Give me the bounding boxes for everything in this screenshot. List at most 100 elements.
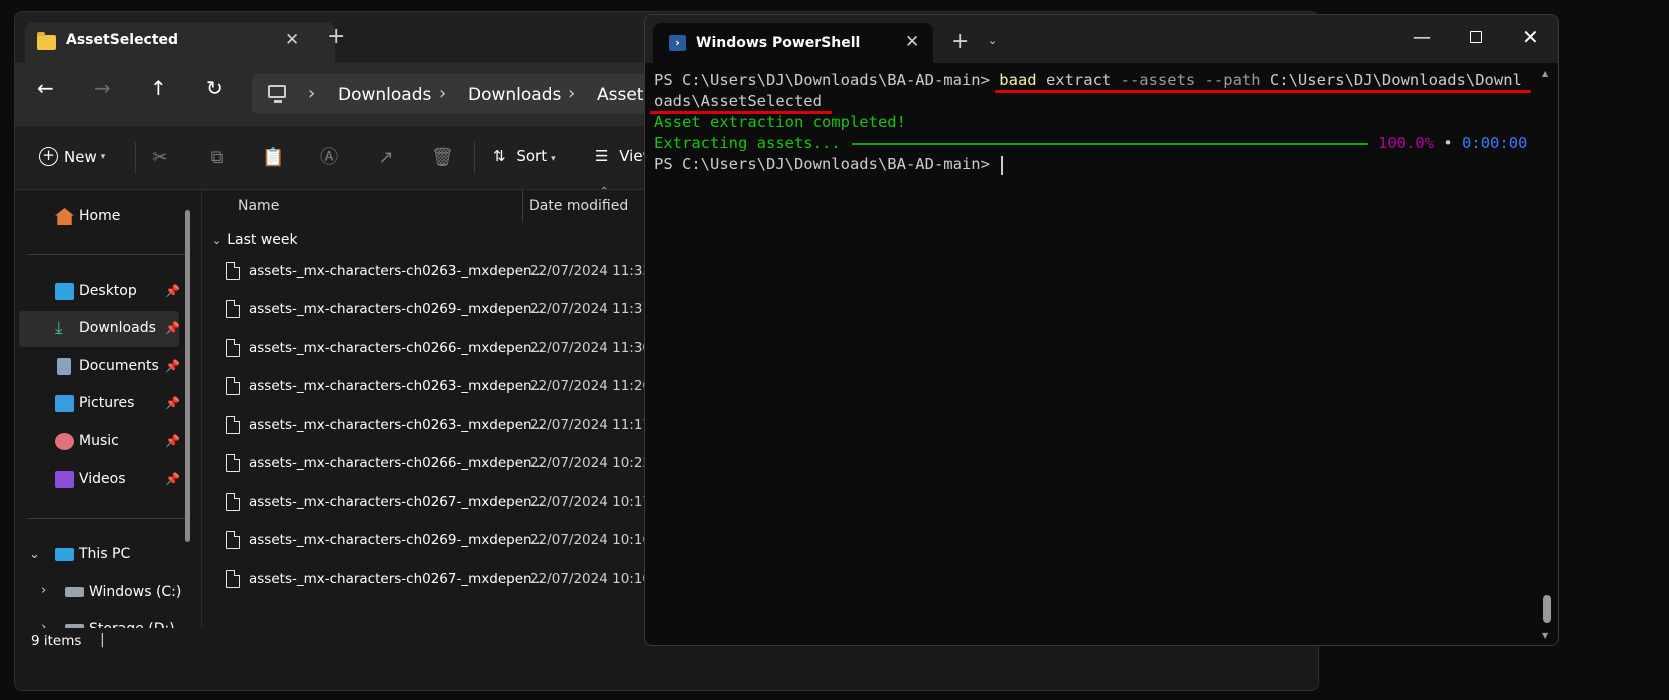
file-name: assets-_mx-characters-ch0269-_mxdepen...	[249, 532, 545, 548]
sidebar-item-desktop[interactable]: Desktop 📌	[19, 274, 180, 310]
paste-icon[interactable]: 📋	[262, 147, 284, 169]
terminal-tab-title: Windows PowerShell	[696, 35, 861, 51]
back-arrow-icon[interactable]: ←	[37, 76, 54, 100]
sidebar-item-windows-c[interactable]: Windows (C:)	[29, 575, 189, 611]
terminal-line-completed: Asset extraction completed!	[654, 113, 906, 131]
sidebar-item-home[interactable]: Home	[19, 199, 179, 235]
terminal-scrollbar[interactable]: ▲ ▼	[1542, 63, 1552, 645]
chevron-right-icon[interactable]: ›	[439, 83, 446, 104]
file-name: assets-_mx-characters-ch0267-_mxdepen...	[249, 571, 545, 587]
sidebar-item-videos[interactable]: Videos 📌	[19, 462, 180, 498]
scroll-up-icon[interactable]: ▲	[1542, 69, 1548, 78]
sidebar-item-music[interactable]: Music 📌	[19, 424, 180, 460]
sidebar-item-label: Videos	[79, 471, 126, 487]
new-tab-icon[interactable]: +	[327, 24, 345, 49]
file-name: assets-_mx-characters-ch0266-_mxdepen...	[249, 455, 545, 471]
computer-icon	[55, 548, 74, 561]
toolbar-divider	[135, 142, 136, 174]
pin-icon[interactable]: 📌	[165, 284, 180, 298]
up-arrow-icon[interactable]: ↑	[150, 76, 167, 100]
file-icon	[226, 493, 240, 511]
copy-icon[interactable]: ⧉	[206, 147, 228, 169]
column-divider[interactable]	[522, 190, 523, 222]
drive-icon	[65, 587, 84, 597]
item-count: 9 items	[31, 633, 82, 649]
sort-indicator-icon: ⌃	[600, 186, 609, 197]
progress-percent: 100.0%	[1378, 134, 1434, 152]
file-name: assets-_mx-characters-ch0269-_mxdepen...	[249, 301, 545, 317]
column-header-name[interactable]: Name	[238, 198, 279, 214]
sidebar-item-documents[interactable]: Documents 📌	[19, 349, 180, 385]
explorer-tab[interactable]: AssetSelected ✕	[25, 22, 335, 62]
pin-icon[interactable]: 📌	[165, 472, 180, 486]
close-window-icon[interactable]: ✕	[1522, 25, 1539, 49]
scroll-down-icon[interactable]: ▼	[1542, 631, 1548, 640]
command-subcommand: extract	[1036, 71, 1121, 89]
file-name: assets-_mx-characters-ch0263-_mxdepen...	[249, 417, 545, 433]
home-icon	[55, 208, 74, 225]
chevron-right-icon[interactable]: ›	[308, 83, 315, 104]
share-icon[interactable]: ↗	[375, 147, 397, 169]
file-icon	[226, 262, 240, 280]
terminal-line-command: PS C:\Users\DJ\Downloads\BA-AD-main> baa…	[654, 71, 1522, 89]
pictures-icon	[55, 395, 74, 412]
sidebar-item-pictures[interactable]: Pictures 📌	[19, 386, 180, 422]
sidebar-item-label: Windows (C:)	[89, 584, 182, 600]
pin-icon[interactable]: 📌	[165, 321, 180, 335]
group-header[interactable]: ⌄ Last week	[212, 232, 298, 248]
file-icon	[226, 570, 240, 588]
sidebar-scrollbar[interactable]	[185, 210, 190, 542]
sidebar-item-label: Desktop	[79, 283, 137, 299]
delete-icon[interactable]: 🗑	[431, 147, 454, 169]
command-flags: --assets --path	[1120, 71, 1261, 89]
forward-arrow-icon[interactable]: →	[94, 76, 111, 100]
terminal-line-command-wrap: oads\AssetSelected	[654, 92, 822, 110]
sidebar-divider	[27, 518, 185, 519]
file-icon	[226, 377, 240, 395]
status-separator: |	[100, 632, 105, 648]
breadcrumb-downloads-2[interactable]: Downloads	[468, 85, 561, 105]
refresh-icon[interactable]: ↻	[206, 76, 223, 100]
new-tab-icon[interactable]: +	[951, 29, 969, 54]
progress-label: Extracting assets...	[654, 134, 841, 152]
view-icon: ☰	[595, 147, 609, 165]
terminal-output[interactable]: PS C:\Users\DJ\Downloads\BA-AD-main> baa…	[645, 63, 1558, 645]
close-tab-icon[interactable]: ✕	[905, 32, 919, 52]
videos-icon	[55, 471, 74, 488]
cut-icon[interactable]: ✂	[149, 147, 171, 169]
scrollbar-thumb[interactable]	[1543, 595, 1551, 623]
breadcrumb-downloads-1[interactable]: Downloads	[338, 85, 431, 105]
file-icon	[226, 531, 240, 549]
file-icon	[226, 454, 240, 472]
pin-icon[interactable]: 📌	[165, 359, 180, 373]
sidebar-item-label: This PC	[79, 546, 131, 562]
terminal-titlebar: › Windows PowerShell ✕ + ⌄ — ✕	[645, 15, 1558, 63]
download-icon: ⤓	[55, 318, 63, 338]
minimize-icon[interactable]: —	[1413, 27, 1431, 48]
pin-icon[interactable]: 📌	[165, 434, 180, 448]
rename-icon[interactable]: Ⓐ	[318, 147, 340, 169]
file-name: assets-_mx-characters-ch0263-_mxdepen...	[249, 263, 545, 279]
chevron-down-icon: ▾	[100, 151, 106, 162]
terminal-tab[interactable]: › Windows PowerShell ✕	[653, 23, 933, 63]
chevron-down-icon: ▾	[551, 154, 556, 164]
computer-icon	[268, 85, 286, 103]
column-header-date-modified[interactable]: Date modified	[529, 198, 628, 214]
terminal-line-progress: Extracting assets...	[654, 134, 841, 152]
powershell-icon: ›	[669, 35, 686, 51]
chevron-right-icon[interactable]: ›	[568, 83, 575, 104]
new-button[interactable]: + New ▾	[39, 146, 105, 166]
pin-icon[interactable]: 📌	[165, 396, 180, 410]
red-underline-annotation	[995, 90, 1531, 93]
sidebar-item-this-pc[interactable]: This PC	[19, 537, 179, 573]
sidebar-item-downloads[interactable]: ⤓ Downloads 📌	[19, 311, 180, 347]
progress-bar	[852, 143, 1368, 145]
chevron-down-icon[interactable]: ⌄	[988, 34, 997, 47]
close-tab-icon[interactable]: ✕	[285, 30, 299, 50]
sidebar-item-label: Documents	[79, 358, 159, 374]
sort-button[interactable]: ⇅ Sort ▾	[493, 147, 556, 165]
file-name: assets-_mx-characters-ch0263-_mxdepen...	[249, 378, 545, 394]
sidebar-item-label: Music	[79, 433, 119, 449]
file-icon	[226, 416, 240, 434]
maximize-icon[interactable]	[1470, 31, 1482, 43]
